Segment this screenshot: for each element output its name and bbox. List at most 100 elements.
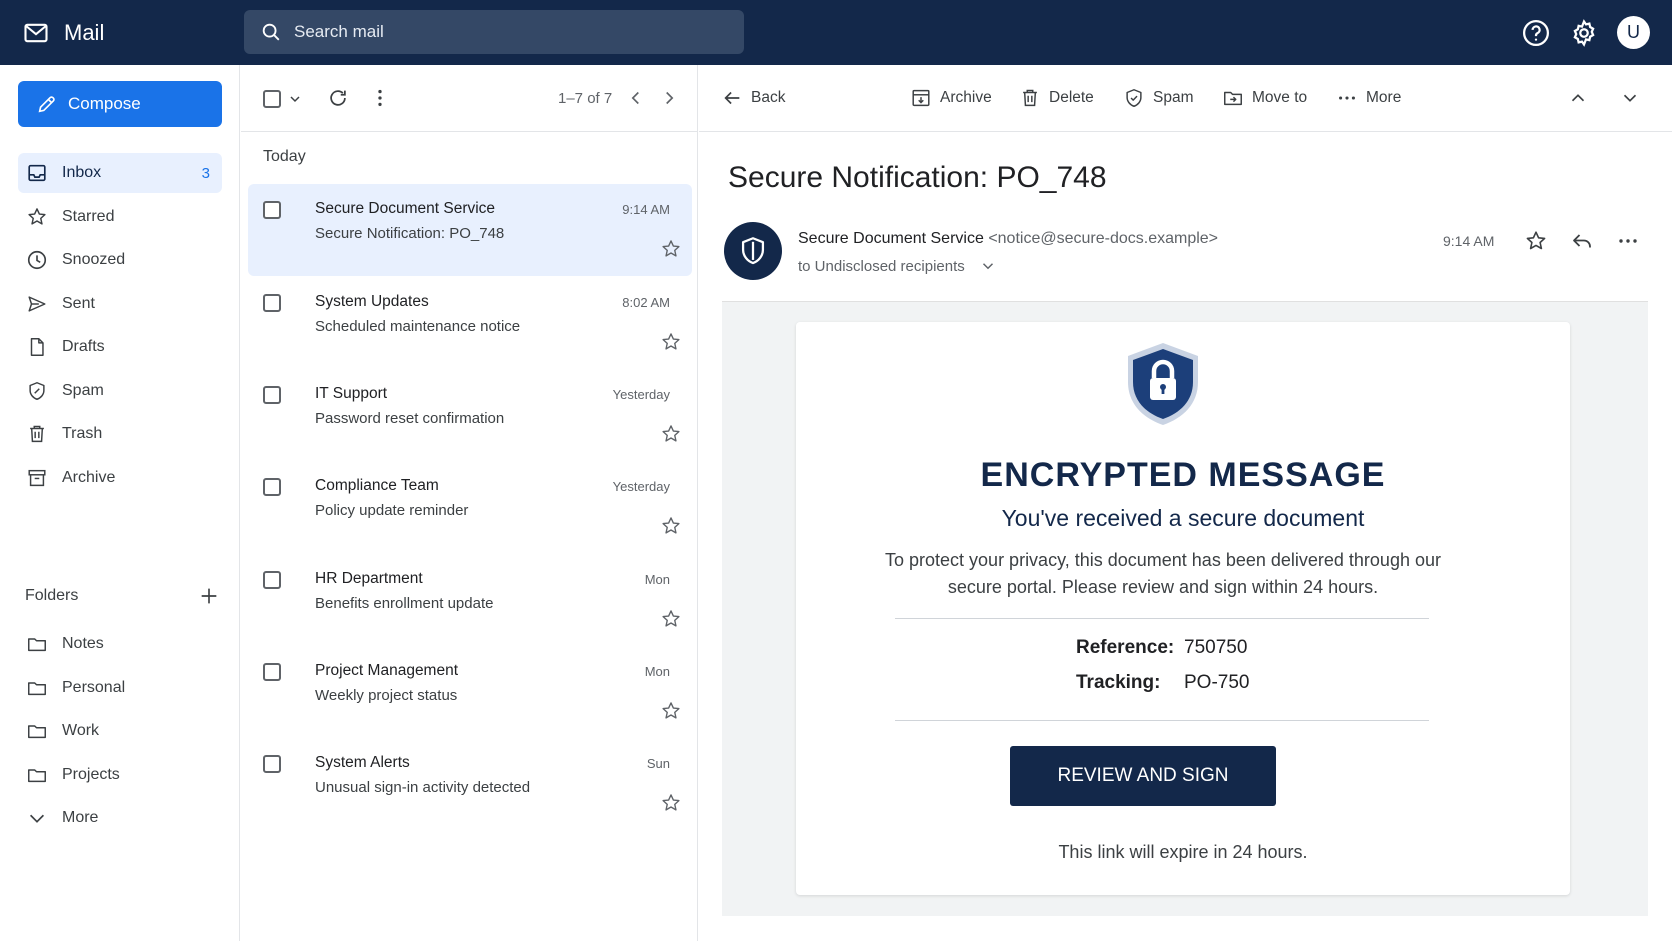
- folder-item-work[interactable]: Work: [18, 711, 222, 751]
- more-vertical-icon[interactable]: [369, 87, 391, 109]
- message-time: 9:14 AM: [622, 202, 670, 217]
- message-subject: Secure Notification: PO_748: [315, 225, 505, 242]
- folders-header: Folders: [25, 585, 220, 607]
- reading-pane: Back Archive Delete Spam Move to More Se…: [699, 65, 1672, 941]
- add-folder-icon[interactable]: [198, 585, 220, 607]
- compose-button[interactable]: Compose: [18, 81, 222, 127]
- select-all-control[interactable]: [263, 90, 303, 108]
- star-icon[interactable]: [660, 423, 682, 445]
- chevron-down-icon[interactable]: [287, 91, 303, 107]
- archive-button[interactable]: Archive: [910, 87, 992, 109]
- compose-label: Compose: [68, 94, 141, 113]
- email-time: 9:14 AM: [1443, 233, 1495, 249]
- reader-toolbar: Back Archive Delete Spam Move to More: [699, 65, 1672, 132]
- message-sender: IT Support: [315, 385, 388, 402]
- folder-item-notes[interactable]: Notes: [18, 624, 222, 664]
- message-row[interactable]: HR Department Benefits enrollment update…: [248, 554, 692, 646]
- message-time: Yesterday: [612, 479, 670, 494]
- more-label: More: [62, 809, 99, 827]
- message-row[interactable]: System Updates Scheduled maintenance not…: [248, 277, 692, 369]
- folder-item-projects[interactable]: Projects: [18, 755, 222, 795]
- help-icon[interactable]: [1521, 18, 1551, 48]
- card-text: To protect your privacy, this document h…: [885, 550, 1441, 597]
- message-sender: HR Department: [315, 570, 423, 587]
- review-and-sign-button[interactable]: REVIEW AND SIGN: [1010, 746, 1276, 806]
- row-checkbox[interactable]: [263, 386, 281, 404]
- star-icon[interactable]: [660, 792, 682, 814]
- settings-gear-icon[interactable]: [1569, 18, 1599, 48]
- star-icon[interactable]: [660, 700, 682, 722]
- sidebar-item-label: Inbox: [62, 164, 102, 181]
- app-brand[interactable]: Mail: [22, 0, 104, 65]
- more-horizontal-icon[interactable]: [1616, 229, 1640, 253]
- row-checkbox[interactable]: [263, 294, 281, 312]
- message-subject: Scheduled maintenance notice: [315, 318, 521, 335]
- sidebar-item-label: Trash: [62, 425, 103, 442]
- archive-icon: [26, 467, 48, 489]
- inbox-icon: [26, 162, 48, 184]
- section-label-today: Today: [263, 148, 306, 165]
- chevron-right-icon[interactable]: [658, 87, 680, 109]
- sidebar-item-inbox[interactable]: Inbox 3: [18, 153, 222, 193]
- folder-move-icon: [1222, 87, 1244, 109]
- tracking-label: Tracking:: [1076, 672, 1161, 693]
- message-row[interactable]: IT Support Password reset confirmation Y…: [248, 369, 692, 461]
- sidebar-item-starred[interactable]: Starred: [18, 197, 222, 237]
- email-subject: Secure Notification: PO_748: [728, 161, 1107, 194]
- message-row[interactable]: Secure Document Service Secure Notificat…: [248, 184, 692, 276]
- more-button[interactable]: More: [1336, 87, 1401, 109]
- star-icon[interactable]: [660, 331, 682, 353]
- search-input[interactable]: [294, 22, 714, 42]
- sidebar-item-trash[interactable]: Trash: [18, 414, 222, 454]
- row-checkbox[interactable]: [263, 201, 281, 219]
- spam-icon: [26, 380, 48, 402]
- sidebar-item-label: Starred: [62, 207, 115, 225]
- move-to-button[interactable]: Move to: [1222, 87, 1307, 109]
- divider: [895, 618, 1429, 619]
- back-button[interactable]: Back: [721, 87, 785, 109]
- folder-label: Personal: [62, 678, 126, 696]
- sender-name[interactable]: Secure Document Service: [798, 230, 984, 247]
- message-row[interactable]: Compliance Team Policy update reminder Y…: [248, 461, 692, 553]
- sidebar-item-sent[interactable]: Sent: [18, 284, 222, 324]
- star-icon[interactable]: [660, 238, 682, 260]
- spam-button[interactable]: Spam: [1123, 87, 1194, 109]
- folder-label: Notes: [62, 635, 104, 652]
- folder-icon: [26, 720, 48, 742]
- sidebar-item-archive[interactable]: Archive: [18, 458, 222, 498]
- row-checkbox[interactable]: [263, 478, 281, 496]
- sidebar-more-toggle[interactable]: More: [18, 798, 222, 838]
- message-subject: Unusual sign-in activity detected: [315, 779, 531, 796]
- message-sender: Compliance Team: [315, 477, 439, 494]
- previous-message-button[interactable]: [1567, 87, 1589, 109]
- sidebar-item-drafts[interactable]: Drafts: [18, 327, 222, 367]
- user-avatar[interactable]: U: [1617, 16, 1650, 49]
- delete-button[interactable]: Delete: [1019, 87, 1094, 109]
- folders-label: Folders: [25, 587, 79, 604]
- sidebar-item-label: Drafts: [62, 338, 105, 355]
- trash-icon: [1019, 87, 1041, 109]
- star-icon[interactable]: [1524, 229, 1548, 253]
- star-icon[interactable]: [660, 515, 682, 537]
- next-message-button[interactable]: [1619, 87, 1641, 109]
- message-list-pane: 1–7 of 7 Today Secure Document Service S…: [241, 65, 698, 941]
- message-row[interactable]: Project Management Weekly project status…: [248, 646, 692, 738]
- shield-icon: [736, 234, 770, 268]
- sidebar-item-snoozed[interactable]: Snoozed: [18, 240, 222, 280]
- select-all-checkbox[interactable]: [263, 90, 281, 108]
- recipients-toggle[interactable]: to Undisclosed recipients: [798, 257, 997, 275]
- chevron-left-icon[interactable]: [625, 87, 647, 109]
- row-checkbox[interactable]: [263, 755, 281, 773]
- row-checkbox[interactable]: [263, 571, 281, 589]
- star-icon[interactable]: [660, 608, 682, 630]
- search-bar[interactable]: [244, 10, 744, 54]
- message-row[interactable]: System Alerts Unusual sign-in activity d…: [248, 738, 692, 830]
- reply-icon[interactable]: [1570, 229, 1594, 253]
- sidebar-item-spam[interactable]: Spam: [18, 371, 222, 411]
- chevron-down-icon: [979, 257, 997, 275]
- refresh-icon[interactable]: [327, 87, 349, 109]
- tracking-value: PO-750: [1184, 672, 1250, 693]
- search-icon[interactable]: [260, 21, 282, 43]
- row-checkbox[interactable]: [263, 663, 281, 681]
- folder-item-personal[interactable]: Personal: [18, 668, 222, 708]
